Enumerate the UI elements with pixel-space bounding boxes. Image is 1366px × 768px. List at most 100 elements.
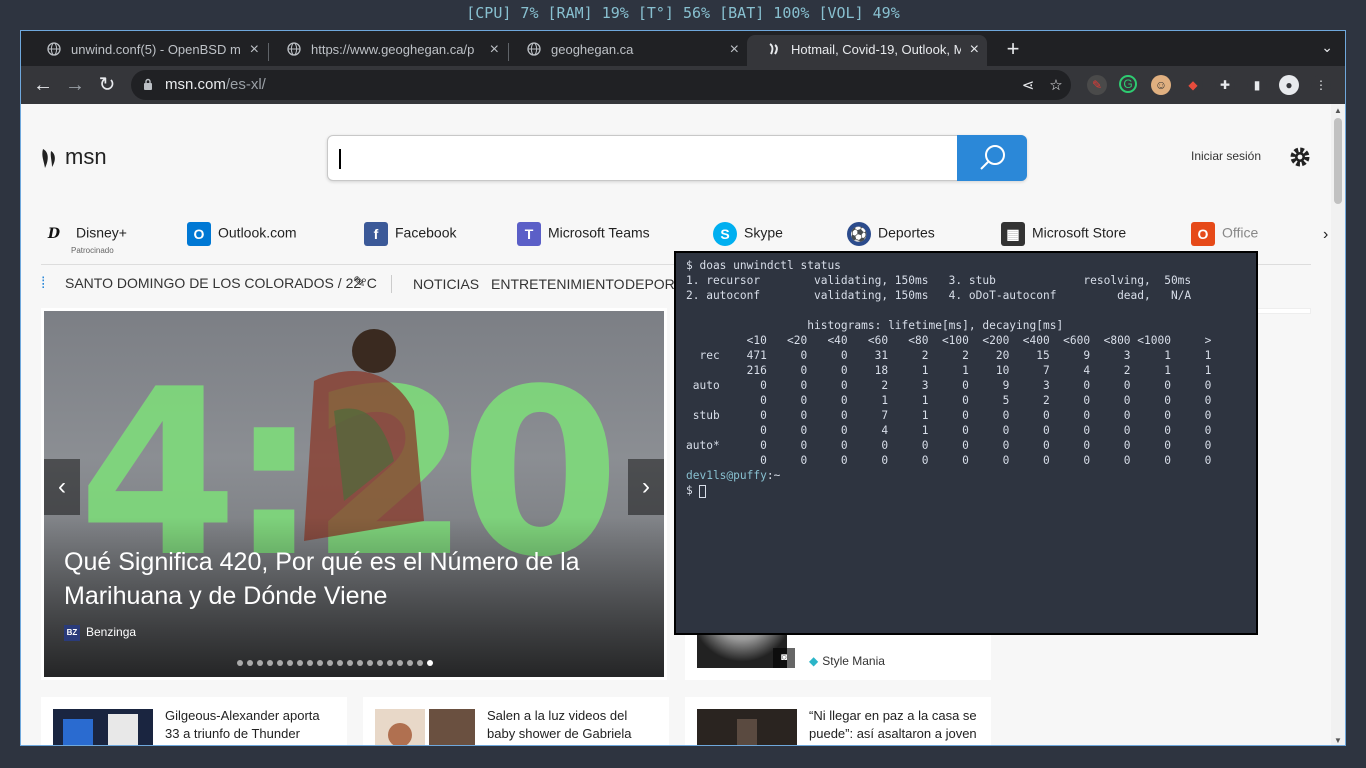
carousel-dot[interactable] <box>247 660 253 666</box>
prompt-symbol: $ <box>686 484 700 497</box>
close-icon[interactable]: × <box>730 35 739 64</box>
baby-shower-thumbnail <box>375 709 475 745</box>
news-card[interactable]: Gilgeous-Alexander aporta 33 a triunfo d… <box>41 697 347 745</box>
office-icon: O <box>1191 222 1215 246</box>
close-icon[interactable]: × <box>250 35 259 64</box>
carousel-dot[interactable] <box>307 660 313 666</box>
quicklink-store[interactable]: ▦ Microsoft Store <box>1001 222 1126 246</box>
terminal-output: $ doas unwindctl status 1. recursor valid… <box>686 258 1256 468</box>
outlook-icon: O <box>187 222 211 246</box>
carousel-dot[interactable] <box>337 660 343 666</box>
quicklink-label: Skype <box>744 224 783 241</box>
terminal-line: auto 0 0 0 2 3 0 9 3 0 0 0 0 <box>686 379 1212 392</box>
source-name: Style Mania <box>822 654 885 668</box>
carousel-dot[interactable] <box>387 660 393 666</box>
hero-headline[interactable]: Qué Significa 420, Por qué es el Número … <box>64 545 654 613</box>
quicklink-label: Microsoft Teams <box>548 224 650 241</box>
extension-face-icon[interactable]: ☺ <box>1151 75 1171 95</box>
carousel-dot[interactable] <box>357 660 363 666</box>
browser-toolbar: ← → ↻ msn.com/es-xl/ ⋖ ☆ ✎ G ☺ ◆ ✚ ▮ ● ⋮ <box>21 66 1345 104</box>
scrollbar-thumb[interactable] <box>1334 118 1342 204</box>
page-scrollbar[interactable]: ▲ ▼ <box>1331 104 1345 745</box>
search-button[interactable] <box>957 135 1027 181</box>
tab-unwind-conf[interactable]: unwind.conf(5) - OpenBSD m × <box>27 35 267 66</box>
quicklink-skype[interactable]: S Skype <box>713 222 783 246</box>
terminal-window[interactable]: $ doas unwindctl status 1. recursor valid… <box>674 251 1258 635</box>
url-host: msn.com <box>165 76 226 93</box>
new-tab-button[interactable]: + <box>999 35 1027 63</box>
terminal-line: 1. recursor validating, 150ms 3. stub re… <box>686 274 1192 287</box>
news-card[interactable]: Salen a la luz videos del baby shower de… <box>363 697 669 745</box>
tab-geoghegan-url[interactable]: https://www.geoghegan.ca/p × <box>267 35 507 66</box>
address-bar[interactable]: msn.com/es-xl/ ⋖ ☆ <box>131 70 1071 100</box>
side-panel-icon[interactable]: ▮ <box>1247 75 1267 95</box>
extension-pen-icon[interactable]: ✎ <box>1087 75 1107 95</box>
tab-msn-active[interactable]: Hotmail, Covid-19, Outlook, M × <box>747 35 987 66</box>
quicklink-deportes[interactable]: ⚽ Deportes <box>847 222 935 246</box>
carousel-dot[interactable] <box>237 660 243 666</box>
carousel-next-button[interactable]: › <box>628 459 664 515</box>
back-button[interactable]: ← <box>29 71 57 99</box>
text-caret <box>339 149 341 169</box>
tab-strip: unwind.conf(5) - OpenBSD m × https://www… <box>21 31 1345 66</box>
carousel-dot[interactable] <box>367 660 373 666</box>
carousel-dot[interactable] <box>377 660 383 666</box>
profile-avatar-icon[interactable]: ● <box>1279 75 1299 95</box>
edit-pencil-icon[interactable]: ✎ <box>353 273 366 291</box>
share-icon[interactable]: ⋖ <box>1019 77 1037 95</box>
carousel-dot[interactable] <box>417 660 423 666</box>
url-text: msn.com/es-xl/ <box>165 70 266 100</box>
carousel-dot[interactable] <box>407 660 413 666</box>
extension-on-icon[interactable]: ◆ <box>1183 75 1203 95</box>
forward-button[interactable]: → <box>61 71 89 99</box>
tab-search-chevron-icon[interactable]: ⌄ <box>1321 39 1333 56</box>
signin-link[interactable]: Iniciar sesión <box>1191 149 1261 163</box>
quicklink-teams[interactable]: T Microsoft Teams <box>517 222 650 246</box>
quicklink-outlook[interactable]: O Outlook.com <box>187 222 297 246</box>
msn-logo[interactable]: msn <box>39 144 107 170</box>
carousel-dot[interactable] <box>257 660 263 666</box>
carousel-prev-button[interactable]: ‹ <box>44 459 80 515</box>
carousel-dot[interactable] <box>277 660 283 666</box>
system-status-bar: [CPU] 7% [RAM] 19% [T°] 56% [BAT] 100% [… <box>466 4 900 22</box>
terminal-prompt[interactable]: dev1ls@puffy:~ <box>686 468 1256 483</box>
hero-card[interactable]: 4:20 Qué Significa 420, Por qué es el Nú… <box>41 308 667 680</box>
chevron-right-icon[interactable]: › <box>1323 226 1328 244</box>
carousel-dot[interactable] <box>327 660 333 666</box>
tab-label: unwind.conf(5) - OpenBSD m <box>71 42 241 57</box>
menu-kebab-icon[interactable]: ⋮ <box>1311 75 1331 95</box>
carousel-dot[interactable] <box>297 660 303 666</box>
search-input[interactable] <box>327 135 1027 181</box>
news-card[interactable]: “Ni llegar en paz a la casa se puede”: a… <box>685 697 991 745</box>
terminal-line: auto* 0 0 0 0 0 0 0 0 0 0 0 0 <box>686 439 1212 452</box>
category-entretenimiento[interactable]: ENTRETENIMIENTO <box>491 276 625 292</box>
bookmark-star-icon[interactable]: ☆ <box>1047 77 1065 95</box>
weather-location[interactable]: ⁞ SANTO DOMINGO DE LOS COLORADOS / 22°C <box>41 275 377 293</box>
carousel-dot[interactable] <box>287 660 293 666</box>
quicklink-facebook[interactable]: f Facebook <box>364 222 456 246</box>
quicklink-office[interactable]: O Office <box>1191 222 1258 246</box>
scroll-down-icon[interactable]: ▼ <box>1334 736 1342 745</box>
news-headline: Gilgeous-Alexander aporta 33 a triunfo d… <box>165 708 320 741</box>
terminal-input-line[interactable]: $ <box>686 483 1256 498</box>
tab-geoghegan[interactable]: geoghegan.ca × <box>507 35 747 66</box>
carousel-dot[interactable] <box>347 660 353 666</box>
close-icon[interactable]: × <box>490 35 499 64</box>
carousel-dot[interactable] <box>317 660 323 666</box>
quicklink-label: Office <box>1222 224 1259 241</box>
extensions-puzzle-icon[interactable]: ✚ <box>1215 75 1235 95</box>
quicklink-disney[interactable]: D Disney+ Patrocinado <box>39 222 127 255</box>
gear-icon[interactable] <box>1287 144 1313 170</box>
reload-button[interactable]: ↻ <box>93 71 121 99</box>
teams-icon: T <box>517 222 541 246</box>
facebook-icon: f <box>364 222 388 246</box>
carousel-dot[interactable] <box>267 660 273 666</box>
category-noticias[interactable]: NOTICIAS <box>413 276 479 292</box>
close-icon[interactable]: × <box>970 35 979 64</box>
scroll-up-icon[interactable]: ▲ <box>1334 106 1342 115</box>
disney-icon: D <box>47 226 61 242</box>
tab-label: Hotmail, Covid-19, Outlook, M <box>791 42 961 57</box>
carousel-dot[interactable] <box>427 660 433 666</box>
carousel-dot[interactable] <box>397 660 403 666</box>
extension-grammarly-icon[interactable]: G <box>1119 75 1137 93</box>
